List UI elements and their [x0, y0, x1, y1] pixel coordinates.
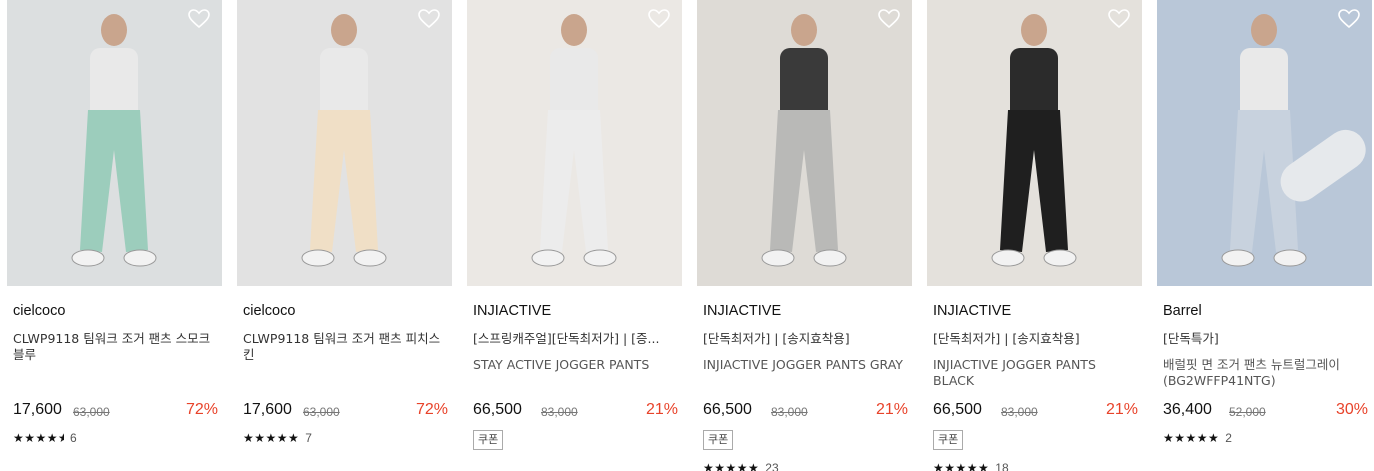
star-icons: ★★★★ [13, 431, 59, 445]
product-title[interactable]: CLWP9118 팀워크 조거 팬츠 스모크블루 [13, 331, 218, 363]
brand-name[interactable]: INJIACTIVE [473, 303, 551, 319]
product-title-line: [단독특가] [1163, 331, 1219, 346]
rating: ★★★★ ★ 6 [13, 430, 77, 446]
brand-name[interactable]: cielcoco [243, 303, 295, 319]
review-count: 7 [305, 431, 312, 445]
original-price: 83,000 [1001, 405, 1038, 419]
product-subtitle: INJIACTIVE JOGGER PANTS BLACK [933, 357, 1096, 388]
product-title-line: [단독최저가] | [송지효착용] [703, 331, 850, 346]
rating: ★★★★★ 18 [933, 460, 1009, 471]
product-card[interactable]: Barrel [단독특가] 배럴핏 면 조거 팬츠 뉴트럴그레이(BG2WFFP41… [1157, 0, 1372, 471]
brand-name[interactable]: INJIACTIVE [703, 303, 781, 319]
product-title-line: CLWP9118 팀워크 조거 팬츠 피치스킨 [243, 331, 441, 362]
rating: ★★★★★ 2 [1163, 430, 1232, 446]
product-image[interactable] [1157, 0, 1372, 286]
product-title-line: [단독최저가] | [송지효착용] [933, 331, 1080, 346]
half-star-icon: ★ [58, 431, 65, 445]
product-subtitle: INJIACTIVE JOGGER PANTS GRAY [703, 357, 903, 372]
product-image[interactable] [927, 0, 1142, 286]
review-count: 6 [70, 431, 77, 445]
sale-price: 17,600 [243, 401, 292, 418]
coupon-badge: 쿠폰 [703, 430, 734, 450]
original-price: 63,000 [73, 405, 110, 419]
model-figure [1221, 14, 1366, 267]
brand-name[interactable]: Barrel [1163, 303, 1202, 319]
product-title[interactable]: [단독최저가] | [송지효착용] INJIACTIVE JOGGER PANTS… [933, 331, 1138, 389]
star-icons: ★★★★★ [933, 461, 990, 471]
product-subtitle: 배럴핏 면 조거 팬츠 뉴트럴그레이(BG2WFFP41NTG) [1163, 357, 1340, 388]
product-title-line: CLWP9118 팀워크 조거 팬츠 스모크블루 [13, 331, 211, 362]
heart-icon[interactable] [648, 9, 670, 29]
discount-rate: 21% [1105, 401, 1138, 418]
original-price: 52,000 [1229, 405, 1266, 419]
model-figure [991, 14, 1077, 267]
rating: ★★★★★ 23 [703, 460, 779, 471]
sale-price: 36,400 [1163, 401, 1212, 418]
discount-rate: 72% [185, 401, 218, 418]
heart-icon[interactable] [188, 9, 210, 29]
model-figure [71, 14, 157, 267]
brand-name[interactable]: INJIACTIVE [933, 303, 1011, 319]
heart-icon[interactable] [1338, 9, 1360, 29]
review-count: 18 [995, 461, 1009, 471]
review-count: 23 [765, 461, 779, 471]
product-image[interactable] [467, 0, 682, 286]
model-figure [531, 14, 617, 267]
rating: ★★★★★ 7 [243, 430, 312, 446]
original-price: 83,000 [771, 405, 808, 419]
heart-icon[interactable] [878, 9, 900, 29]
product-subtitle: STAY ACTIVE JOGGER PANTS [473, 357, 650, 372]
sale-price: 66,500 [473, 401, 522, 418]
star-icons: ★★★★★ [243, 431, 300, 445]
discount-rate: 21% [875, 401, 908, 418]
product-card[interactable]: cielcoco CLWP9118 팀워크 조거 팬츠 스모크블루 17,600 63… [7, 0, 222, 471]
product-title[interactable]: [단독특가] 배럴핏 면 조거 팬츠 뉴트럴그레이(BG2WFFP41NTG) [1163, 331, 1368, 389]
review-count: 2 [1225, 431, 1232, 445]
product-image[interactable] [237, 0, 452, 286]
original-price: 83,000 [541, 405, 578, 419]
model-figure [761, 14, 847, 267]
coupon-badge: 쿠폰 [473, 430, 504, 450]
sale-price: 66,500 [703, 401, 752, 418]
sale-price: 66,500 [933, 401, 982, 418]
model-figure [301, 14, 387, 267]
product-title-line: [스프링캐주얼][단독최저가] | [증... [473, 331, 660, 346]
coupon-badge: 쿠폰 [933, 430, 964, 450]
product-title[interactable]: [스프링캐주얼][단독최저가] | [증... STAY ACTIVE JOGGE… [473, 331, 678, 373]
product-title[interactable]: CLWP9118 팀워크 조거 팬츠 피치스킨 [243, 331, 448, 363]
product-card[interactable]: INJIACTIVE [스프링캐주얼][단독최저가] | [증... STAY AC… [467, 0, 682, 471]
heart-icon[interactable] [1108, 9, 1130, 29]
discount-rate: 21% [645, 401, 678, 418]
discount-rate: 30% [1335, 401, 1368, 418]
product-title[interactable]: [단독최저가] | [송지효착용] INJIACTIVE JOGGER PANTS… [703, 331, 908, 373]
star-icons: ★★★★★ [1163, 431, 1220, 445]
brand-name[interactable]: cielcoco [13, 303, 65, 319]
star-icons: ★★★★★ [703, 461, 760, 471]
product-card[interactable]: INJIACTIVE [단독최저가] | [송지효착용] INJIACTIVE JO… [697, 0, 912, 471]
discount-rate: 72% [415, 401, 448, 418]
product-image[interactable] [697, 0, 912, 286]
original-price: 63,000 [303, 405, 340, 419]
product-card[interactable]: cielcoco CLWP9118 팀워크 조거 팬츠 피치스킨 17,600 63,… [237, 0, 452, 471]
heart-icon[interactable] [418, 9, 440, 29]
sale-price: 17,600 [13, 401, 62, 418]
product-image[interactable] [7, 0, 222, 286]
product-card[interactable]: INJIACTIVE [단독최저가] | [송지효착용] INJIACTIVE JO… [927, 0, 1142, 471]
